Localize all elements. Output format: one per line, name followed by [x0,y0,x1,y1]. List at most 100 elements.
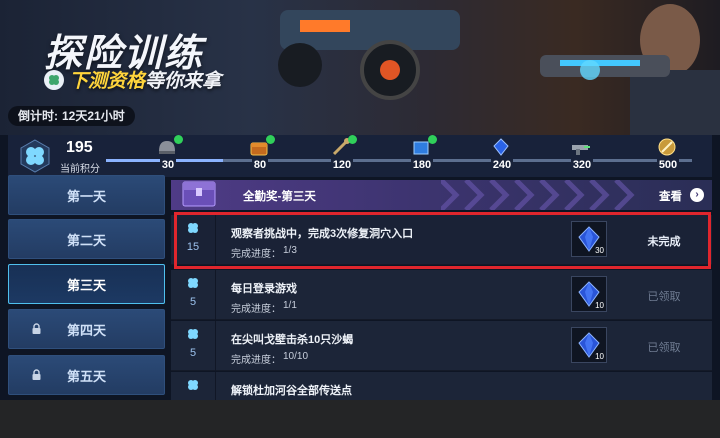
task-progress-label: 完成进度： [231,249,281,260]
day-tab-3[interactable]: 第三天 [8,264,165,304]
milestone-value: 500 [656,159,680,171]
subtitle-rest: 等你来拿 [145,71,222,92]
day-tab-label: 第五天 [66,368,106,384]
score-progress-strip: 195 当前积分 30 80 120 180 240 320 500 [8,135,712,177]
milestone-value: 30 [159,159,177,171]
task-title: 解锁杜加河谷全部传送点 [231,385,352,397]
milestone-500[interactable]: 500 [648,135,688,177]
clover-icon [186,222,200,239]
task-progress: 完成进度： 1/1 [231,300,297,315]
task-divider [215,270,216,320]
helmet-icon [156,135,183,159]
wrench-icon [330,135,357,159]
gold-emblem-icon [656,137,680,159]
countdown-label: 倒计时: [18,109,58,123]
reward-count: 30 [595,246,604,255]
task-points-value: 5 [189,296,197,308]
chevron-right-icon[interactable]: › [690,188,704,202]
day-tab-label: 第一天 [66,188,106,204]
award-title: 全勤奖-第三天 [243,191,316,203]
incomplete-status[interactable]: 未完成 [629,233,699,249]
reward-item[interactable]: 10 [571,327,607,363]
task-points-value: 5 [189,347,197,359]
milestone-180[interactable]: 180 [402,135,442,177]
task-divider [215,215,216,265]
task-title: 每日登录游戏 [231,283,297,295]
current-score: 195 [66,139,93,156]
day-tab-4[interactable]: 第四天 [8,309,165,349]
task-progress: 完成进度： 10/10 [231,351,308,366]
treasure-chest-icon[interactable] [179,180,219,208]
blue-box-icon [410,135,437,159]
task-points-value: 15 [186,241,200,253]
soldier-illustration [540,4,720,135]
claimed-check-icon [266,135,275,144]
claimed-check-icon [174,135,183,144]
task-title: 在尖叫戈壁击杀10只沙蝎 [231,334,354,346]
lock-icon [31,369,42,381]
task-progress: 完成进度： 1/3 [231,245,297,260]
task-progress-label: 完成进度： [231,304,281,315]
claimed-check-icon [348,135,357,144]
day-tab-1[interactable]: 第一天 [8,175,165,215]
attendance-award-bar: 全勤奖-第三天 查看 › [171,180,712,210]
countdown-value: 12天21小时 [62,109,125,123]
milestone-value: 240 [490,159,514,171]
claimed-status: 已领取 [647,291,681,303]
task-points: 5 [183,276,203,308]
bottom-bar [0,400,720,438]
task-divider [215,321,216,371]
milestone-320[interactable]: 320 [562,135,602,177]
clover-score-icon [20,139,50,173]
chevron-decoration [441,180,635,210]
vehicle-illustration [278,10,460,100]
view-award-button[interactable]: 查看 [659,188,682,204]
day-tab-5[interactable]: 第五天 [8,355,165,395]
clover-icon [44,69,64,90]
clover-icon [186,379,200,396]
milestone-240[interactable]: 240 [482,135,522,177]
reward-item[interactable]: 10 [571,276,607,312]
task-row[interactable]: 解锁杜加河谷全部传送点 [171,372,712,400]
milestone-value: 320 [570,159,594,171]
countdown-timer: 倒计时: 12天21小时 [8,106,135,126]
task-title: 观察者挑战中，完成3次修复洞穴入口 [231,228,414,240]
milestone-value: 120 [330,159,354,171]
milestone-value: 80 [251,159,269,171]
milestone-30[interactable]: 30 [148,135,188,177]
task-progress-value: 10/10 [283,351,309,362]
reward-count: 10 [595,352,604,361]
milestone-80[interactable]: 80 [240,135,280,177]
task-row[interactable]: 5 每日登录游戏 完成进度： 1/1 10 已领取 [171,270,712,320]
task-progress-label: 完成进度： [231,355,281,366]
chest-icon [248,135,275,159]
task-progress-value: 1/3 [283,245,297,256]
lock-icon [31,323,42,335]
task-row[interactable]: 15 观察者挑战中，完成3次修复洞穴入口 完成进度： 1/3 30 未完成 [171,215,712,265]
day-tab-label: 第四天 [66,322,106,338]
task-points [183,378,203,398]
event-banner: 探险训练 下测资格 等你来拿 倒计时: 12天21小时 [0,0,720,135]
reward-count: 10 [595,301,604,310]
day-tab-label: 第二天 [66,232,106,248]
score-track [106,159,692,162]
milestone-value: 180 [410,159,434,171]
clover-icon [186,328,200,345]
claimed-status: 已领取 [647,342,681,354]
blue-gem-icon [490,137,514,159]
gun-icon [570,137,594,159]
task-row[interactable]: 5 在尖叫戈壁击杀10只沙蝎 完成进度： 10/10 10 已领取 [171,321,712,371]
task-points: 5 [183,327,203,359]
day-tab-2[interactable]: 第二天 [8,219,165,259]
task-panel: 全勤奖-第三天 查看 › 15 观察者挑战中，完成3次修复洞穴入口 完成进度： 1/3… [171,180,712,400]
milestone-120[interactable]: 120 [322,135,362,177]
task-points: 15 [183,221,203,253]
current-score-label: 当前积分 [60,164,100,175]
event-subtitle: 下测资格 等你来拿 [44,66,221,93]
task-divider [215,372,216,400]
clover-icon [186,277,200,294]
claimed-check-icon [428,135,437,144]
day-tab-label: 第三天 [66,277,106,293]
reward-item[interactable]: 30 [571,221,607,257]
subtitle-highlight: 下测资格 [69,71,146,92]
